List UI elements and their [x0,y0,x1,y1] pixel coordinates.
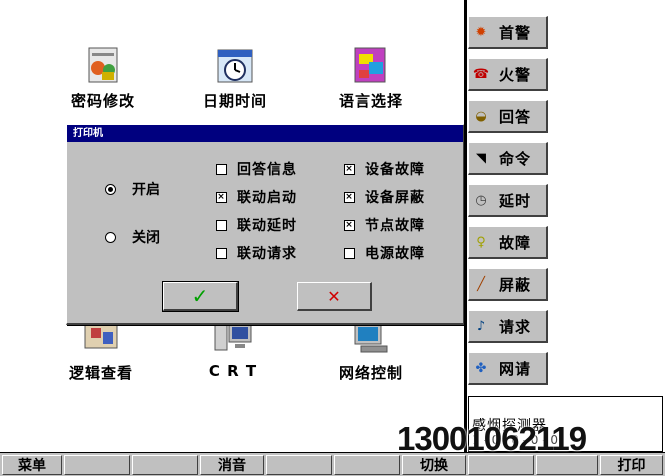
desktop-icon-label: 密码修改 [70,92,135,110]
mute-button[interactable]: 消音 [200,455,264,475]
checkbox-box[interactable]: × [344,191,355,203]
desktop-icon-network[interactable]: 网络控制 [326,318,416,383]
first-alarm-icon: ✹ [475,24,487,40]
radio-on-dot[interactable] [105,183,116,195]
printer-dialog: 打印机 开启 关闭 回答信息 × 联动启动 联动延时 联动请求 × 设备故障 ×… [66,124,465,325]
checkbox-label: 联动请求 [237,246,297,262]
checkbox-box[interactable]: × [216,191,227,203]
button-command[interactable]: ◥ 命令 [468,142,548,175]
check-icon: ✓ [191,284,209,308]
checkbox-linkage-start[interactable]: × 联动启动 [216,187,297,207]
panel-divider [464,0,467,452]
checkbox-linkage-delay[interactable]: 联动延时 [216,215,297,235]
checkbox-label: 设备故障 [365,162,425,178]
checkbox-device-fault[interactable]: × 设备故障 [344,159,425,179]
bottom-empty-2 [132,455,198,475]
button-label: 火警 [499,65,532,84]
checkbox-box[interactable]: × [344,219,355,231]
bottom-empty-4 [334,455,400,475]
checkbox-box[interactable]: × [344,163,355,175]
request-icon: ♪ [476,318,486,334]
close-icon: ✕ [327,286,341,306]
button-answer[interactable]: ◒ 回答 [468,100,548,133]
bottom-empty-3 [266,455,332,475]
desktop-icon-language[interactable]: 语言选择 [326,46,416,111]
radio-off[interactable]: 关闭 [105,227,160,247]
checkbox-label: 回答信息 [237,162,297,178]
checkbox-node-fault[interactable]: × 节点故障 [344,215,425,235]
desktop-icon-logic[interactable]: 逻辑查看 [56,318,146,383]
dialog-title: 打印机 [67,125,463,142]
button-network-request[interactable]: ✤ 网请 [468,352,548,385]
desktop-icon-label: 日期时间 [202,92,267,110]
checkbox-label: 联动启动 [237,190,297,206]
desktop-icon-password[interactable]: 密码修改 [58,46,148,111]
checkbox-label: 设备屏蔽 [365,190,425,206]
language-icon [351,46,391,86]
button-shield[interactable]: ╱ 屏蔽 [468,268,548,301]
password-icon [83,46,123,86]
print-button[interactable]: 打印 [600,455,663,475]
checkbox-box[interactable] [344,247,355,259]
button-label: 屏蔽 [499,275,532,294]
menu-button[interactable]: 菜单 [2,455,62,475]
switch-button[interactable]: 切换 [402,455,466,475]
radio-off-dot[interactable] [105,231,116,243]
radio-on[interactable]: 开启 [105,179,160,199]
button-delay[interactable]: ◷ 延时 [468,184,548,217]
bottom-empty-6 [536,455,598,475]
clock-icon [215,46,255,86]
button-request[interactable]: ♪ 请求 [468,310,548,343]
radio-off-label: 关闭 [132,230,160,246]
checkbox-box[interactable] [216,219,227,231]
checkbox-linkage-request[interactable]: 联动请求 [216,243,297,263]
fire-alarm-icon: ☎ [472,66,490,82]
answer-icon: ◒ [475,108,487,124]
bottom-empty-5 [468,455,534,475]
cancel-button[interactable]: ✕ [297,282,372,311]
shield-icon: ╱ [477,276,485,292]
checkbox-power-fault[interactable]: 电源故障 [344,243,425,263]
desktop-icon-datetime[interactable]: 日期时间 [190,46,280,111]
checkbox-label: 电源故障 [365,246,425,262]
desktop-icon-label: 语言选择 [338,92,403,110]
command-icon: ◥ [476,150,486,166]
desktop-icon-crt[interactable]: C R T [188,318,278,380]
ok-button[interactable]: ✓ [163,282,238,311]
button-first-alarm[interactable]: ✹ 首警 [468,16,548,49]
radio-on-label: 开启 [132,182,160,198]
network-request-icon: ✤ [475,360,487,376]
checkbox-label: 联动延时 [237,218,297,234]
checkbox-label: 节点故障 [365,218,425,234]
button-label: 故障 [499,233,532,252]
button-label: 回答 [499,107,532,126]
button-fire-alarm[interactable]: ☎ 火警 [468,58,548,91]
button-label: 命令 [499,149,532,168]
delay-icon: ◷ [475,192,487,208]
button-fault[interactable]: ♀ 故障 [468,226,548,259]
phone-watermark: 13001062119 [397,420,587,457]
desktop-icon-label: 逻辑查看 [68,364,133,382]
desktop-icon-label: C R T [208,362,258,380]
checkbox-answer-info[interactable]: 回答信息 [216,159,297,179]
button-label: 请求 [499,317,532,336]
checkbox-box[interactable] [216,163,227,175]
fault-icon: ♀ [476,234,486,250]
desktop-icon-label: 网络控制 [338,364,403,382]
checkbox-box[interactable] [216,247,227,259]
checkbox-device-shield[interactable]: × 设备屏蔽 [344,187,425,207]
button-label: 延时 [499,191,532,210]
bottom-empty-1 [64,455,130,475]
button-label: 首警 [499,23,532,42]
button-label: 网请 [499,359,532,378]
